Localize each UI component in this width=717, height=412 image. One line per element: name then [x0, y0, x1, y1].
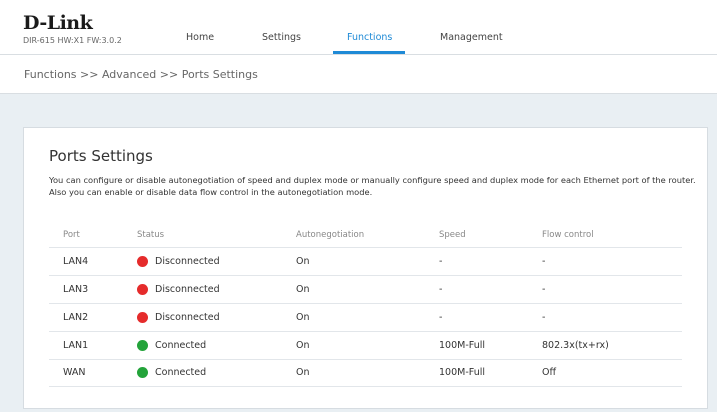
top-navigation-bar	[0, 0, 717, 55]
table-divider	[49, 386, 682, 387]
port-name[interactable]: LAN1	[63, 340, 88, 351]
tab-settings[interactable]: Settings	[262, 32, 301, 43]
port-autonegotiation: On	[296, 367, 310, 378]
column-header-speed: Speed	[439, 230, 466, 240]
active-tab-indicator	[333, 51, 405, 54]
page-title: Ports Settings	[49, 147, 153, 165]
port-status: Disconnected	[155, 284, 220, 295]
table-divider	[49, 303, 682, 304]
port-autonegotiation: On	[296, 256, 310, 267]
port-name[interactable]: LAN3	[63, 284, 88, 295]
column-header-autonegotiation: Autonegotiation	[296, 230, 365, 240]
port-speed: 100M-Full	[439, 367, 486, 378]
port-autonegotiation: On	[296, 312, 310, 323]
tab-functions[interactable]: Functions	[347, 32, 392, 43]
tab-home[interactable]: Home	[186, 32, 214, 43]
table-divider	[49, 331, 682, 332]
port-name[interactable]: LAN4	[63, 256, 88, 267]
port-speed: 100M-Full	[439, 340, 486, 351]
table-divider	[49, 247, 682, 248]
ports-settings-panel	[23, 127, 708, 409]
port-autonegotiation: On	[296, 340, 310, 351]
column-header-port: Port	[63, 230, 80, 240]
status-disconnected-icon	[137, 312, 148, 323]
breadcrumb: Functions >> Advanced >> Ports Settings	[24, 68, 258, 81]
tab-management[interactable]: Management	[440, 32, 503, 43]
port-speed: -	[439, 284, 443, 295]
status-connected-icon	[137, 340, 148, 351]
column-header-status: Status	[137, 230, 165, 240]
port-status: Connected	[155, 340, 207, 351]
port-flow-control: 802.3x(tx+rx)	[542, 340, 609, 351]
status-disconnected-icon	[137, 284, 148, 295]
device-model-info: DIR-615 HW:X1 FW:3.0.2	[23, 36, 122, 45]
status-connected-icon	[137, 367, 148, 378]
port-speed: -	[439, 256, 443, 267]
port-name[interactable]: WAN	[63, 367, 85, 378]
port-speed: -	[439, 312, 443, 323]
column-header-flow-control: Flow control	[542, 230, 594, 240]
dlink-logo: D-Link	[23, 12, 93, 34]
port-name[interactable]: LAN2	[63, 312, 88, 323]
port-flow-control: -	[542, 312, 546, 323]
port-status: Disconnected	[155, 256, 220, 267]
port-flow-control: -	[542, 284, 546, 295]
port-status: Disconnected	[155, 312, 220, 323]
status-disconnected-icon	[137, 256, 148, 267]
port-flow-control: -	[542, 256, 546, 267]
port-autonegotiation: On	[296, 284, 310, 295]
port-flow-control: Off	[542, 367, 557, 378]
table-divider	[49, 359, 682, 360]
table-divider	[49, 275, 682, 276]
port-status: Connected	[155, 367, 207, 378]
page-description: You can configure or disable autonegotia…	[49, 175, 696, 197]
